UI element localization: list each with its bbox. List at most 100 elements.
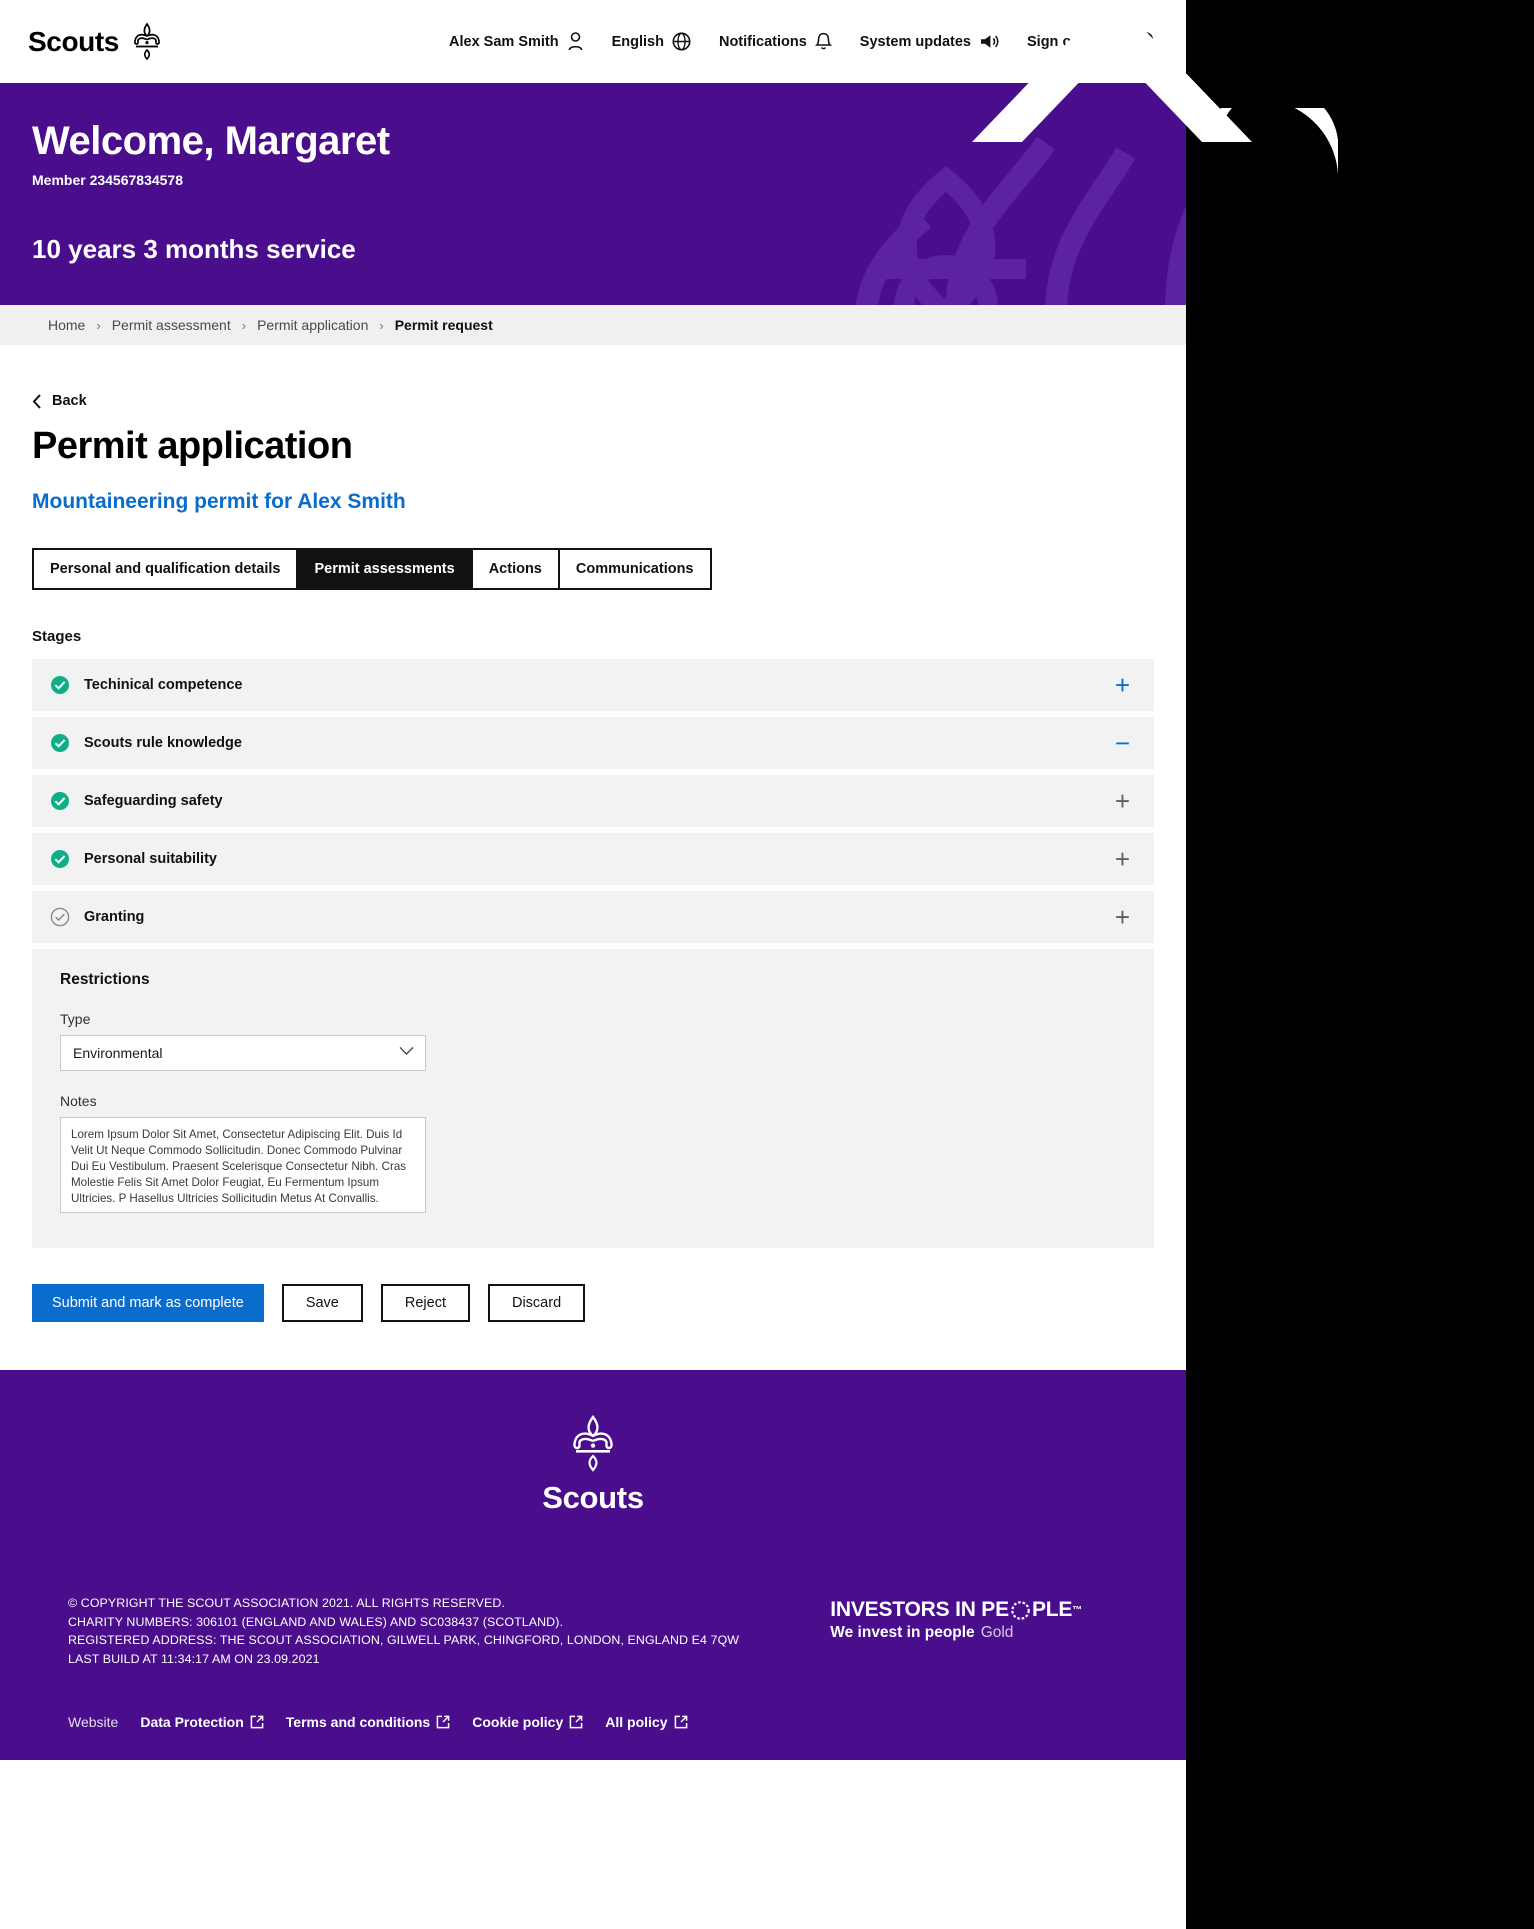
stage-name: Scouts rule knowledge (84, 735, 242, 751)
stages-list: Techinical competence + Scouts rule know… (32, 659, 1154, 943)
type-field-label: Type (60, 1011, 91, 1027)
nav-item-notifications-label: Notifications (718, 33, 807, 50)
breadcrumb-separator: › (96, 317, 101, 333)
check-circle-filled-icon (51, 792, 69, 810)
breadcrumb-item-permit-assessment[interactable]: Permit assessment (112, 317, 231, 333)
back-button[interactable]: Back (32, 393, 1154, 409)
nav-item-sign-out[interactable]: Sign out (1027, 32, 1109, 52)
decorative-arc-shape (1218, 108, 1338, 184)
save-button[interactable]: Save (281, 1284, 363, 1322)
breadcrumb-item-permit-request: Permit request (394, 317, 493, 333)
footer-links: Website Data Protection Terms and condit… (32, 1668, 1154, 1730)
footer-link-data-protection-label: Data Protection (140, 1714, 244, 1731)
nav-item-system-updates[interactable]: System updates (860, 33, 999, 50)
stage-expand-toggle[interactable]: + (1115, 846, 1136, 872)
page-container: Scouts Alex Sam Smith English Notificati… (0, 0, 1186, 1929)
megaphone-icon (979, 33, 999, 50)
stage-name: Personal suitability (84, 851, 217, 867)
laurel-wreath-icon (1011, 1600, 1030, 1620)
check-circle-filled-icon (51, 850, 69, 868)
external-link-icon (436, 1716, 450, 1729)
type-select-wrapper: Environmental (60, 1035, 426, 1071)
iip-title-row: INVESTORS IN PE PLE ™ (830, 1598, 1082, 1622)
stage-row-techinical-competence[interactable]: Techinical competence + (32, 659, 1154, 711)
stage-name: Safeguarding safety (84, 793, 223, 809)
submit-and-mark-complete-button[interactable]: Submit and mark as complete (32, 1284, 264, 1322)
iip-tagline-row: We invest in people Gold (830, 1624, 1082, 1642)
tab-communications[interactable]: Communications (559, 550, 710, 588)
reject-button[interactable]: Reject (380, 1284, 470, 1322)
nav-item-system-updates-label: System updates (859, 33, 971, 50)
scouts-logo[interactable]: Scouts (28, 22, 165, 62)
tab-bar: Personal and qualification details Permi… (32, 548, 712, 590)
footer-link-terms-and-conditions[interactable]: Terms and conditions (286, 1714, 450, 1730)
stage-expand-toggle[interactable]: + (1115, 672, 1136, 698)
external-link-icon (569, 1716, 583, 1729)
discard-button[interactable]: Discard (487, 1284, 586, 1322)
tab-personal-and-qualification-details[interactable]: Personal and qualification details (34, 550, 299, 588)
fleur-de-lis-icon (573, 1414, 613, 1472)
breadcrumb-separator: › (241, 317, 247, 333)
breadcrumb-item-permit-application[interactable]: Permit application (257, 317, 368, 333)
main-content: Back Permit application Mountaineering p… (0, 345, 1186, 1370)
iip-title-part1: INVESTORS IN PE (830, 1598, 1009, 1621)
check-circle-filled-icon (51, 734, 69, 752)
footer-link-cookie-policy[interactable]: Cookie policy (472, 1714, 583, 1730)
fleur-de-lis-icon (134, 22, 160, 60)
nav-item-language[interactable]: English (612, 32, 691, 51)
form-action-buttons: Submit and mark as complete Save Reject … (32, 1284, 1154, 1322)
stage-collapse-toggle[interactable]: − (1115, 730, 1136, 756)
type-select[interactable]: Environmental (60, 1035, 426, 1071)
search-button[interactable] (1137, 31, 1158, 52)
stage-expand-toggle[interactable]: + (1115, 788, 1136, 814)
page-subtitle[interactable]: Mountaineering permit for Alex Smith (32, 490, 1154, 514)
footer-link-all-policy-label: All policy (605, 1714, 668, 1731)
hero-banner: Welcome, Margaret Member 234567834578 10… (0, 83, 1186, 305)
restrictions-panel: Restrictions Type Environmental Notes (32, 949, 1154, 1248)
lock-icon (1093, 32, 1109, 52)
footer-legal-text: © COPYRIGHT THE SCOUT ASSOCIATION 2021. … (68, 1594, 739, 1668)
stage-row-granting[interactable]: Granting + (32, 891, 1154, 943)
iip-title-part2: PLE (1031, 1598, 1073, 1621)
investors-in-people-logo: INVESTORS IN PE PLE ™ We invest in peopl… (830, 1594, 1118, 1642)
hero-service-length: 10 years 3 months service (32, 234, 356, 264)
footer-copyright-line: © COPYRIGHT THE SCOUT ASSOCIATION 2021. … (68, 1596, 505, 1610)
nav-item-user[interactable]: Alex Sam Smith (449, 32, 584, 51)
nav-item-notifications[interactable]: Notifications (719, 32, 832, 51)
footer-scouts-logo[interactable]: Scouts (32, 1414, 1154, 1516)
footer-link-data-protection[interactable]: Data Protection (140, 1714, 264, 1731)
tab-permit-assessments[interactable]: Permit assessments (298, 550, 473, 588)
nav-right-group: Alex Sam Smith English Notifications Sys… (449, 31, 1158, 52)
footer-charity-line: CHARITY NUMBERS: 306101 (ENGLAND AND WAL… (68, 1614, 563, 1629)
stages-heading: Stages (32, 628, 82, 645)
top-navigation-bar: Scouts Alex Sam Smith English Notificati… (0, 0, 1186, 83)
hero-member-number: Member 234567834578 (32, 172, 184, 188)
iip-trademark: ™ (1072, 1604, 1082, 1616)
stage-row-safeguarding-safety[interactable]: Safeguarding safety + (32, 775, 1154, 827)
stage-row-scouts-rule-knowledge[interactable]: Scouts rule knowledge − (32, 717, 1154, 769)
user-icon (567, 32, 584, 51)
footer-brand-name: Scouts (542, 1480, 644, 1515)
footer-middle-row: © COPYRIGHT THE SCOUT ASSOCIATION 2021. … (32, 1594, 1154, 1668)
search-icon (1137, 31, 1158, 52)
tab-actions[interactable]: Actions (472, 550, 560, 588)
iip-level: Gold (980, 1624, 1014, 1641)
back-button-label: Back (52, 393, 87, 409)
footer-link-website[interactable]: Website (68, 1714, 118, 1730)
stage-row-personal-suitability[interactable]: Personal suitability + (32, 833, 1154, 885)
stage-expand-toggle[interactable]: + (1115, 904, 1136, 930)
stage-name: Techinical competence (84, 677, 243, 693)
footer-address-line: REGISTERED ADDRESS: THE SCOUT ASSOCIATIO… (68, 1633, 740, 1648)
check-circle-outline-icon (50, 907, 70, 927)
breadcrumb-item-home[interactable]: Home (48, 317, 85, 333)
notes-field-label: Notes (60, 1093, 97, 1109)
footer-link-all-policy[interactable]: All policy (605, 1714, 687, 1730)
nav-item-sign-out-label: Sign out (1027, 33, 1085, 50)
page-footer: Scouts © COPYRIGHT THE SCOUT ASSOCIATION… (0, 1370, 1186, 1761)
footer-link-cookie-policy-label: Cookie policy (472, 1714, 564, 1731)
notes-textarea[interactable] (60, 1117, 426, 1213)
globe-icon (672, 32, 691, 51)
breadcrumb-separator: › (379, 317, 384, 333)
bell-icon (814, 32, 832, 51)
external-link-icon (250, 1716, 264, 1729)
